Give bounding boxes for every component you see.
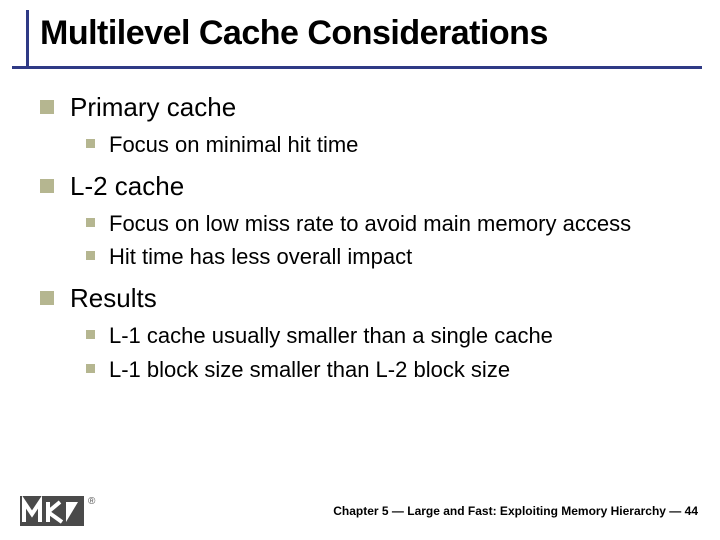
footer-text: Chapter 5 — Large and Fast: Exploiting M… (333, 504, 698, 518)
sub-bullet-text: Focus on minimal hit time (109, 131, 358, 159)
square-bullet-icon (40, 291, 54, 305)
square-bullet-icon (86, 364, 95, 373)
square-bullet-icon (86, 251, 95, 260)
bullet-list: Primary cache Focus on minimal hit time … (40, 92, 690, 383)
square-bullet-icon (40, 100, 54, 114)
sub-bullet-text: Focus on low miss rate to avoid main mem… (109, 210, 631, 238)
mk-logo-icon (20, 496, 84, 526)
list-item: L-1 block size smaller than L-2 block si… (86, 356, 690, 384)
list-item: Hit time has less overall impact (86, 243, 690, 271)
list-item: Results L-1 cache usually smaller than a… (40, 283, 690, 383)
title-rule-vertical (26, 10, 29, 66)
title-rule-horizontal (12, 66, 702, 69)
list-item: Focus on low miss rate to avoid main mem… (86, 210, 690, 238)
content-area: Primary cache Focus on minimal hit time … (40, 92, 690, 395)
list-item: Focus on minimal hit time (86, 131, 690, 159)
square-bullet-icon (40, 179, 54, 193)
square-bullet-icon (86, 218, 95, 227)
bullet-label: Primary cache (70, 92, 236, 123)
publisher-logo: ® (20, 496, 95, 526)
registered-icon: ® (88, 496, 95, 507)
slide-title: Multilevel Cache Considerations (40, 14, 548, 53)
list-item: Primary cache Focus on minimal hit time (40, 92, 690, 159)
slide: Multilevel Cache Considerations Primary … (0, 0, 720, 540)
square-bullet-icon (86, 330, 95, 339)
list-item: L-2 cache Focus on low miss rate to avoi… (40, 171, 690, 271)
bullet-label: Results (70, 283, 157, 314)
sub-bullet-text: Hit time has less overall impact (109, 243, 412, 271)
list-item: L-1 cache usually smaller than a single … (86, 322, 690, 350)
sub-bullet-text: L-1 block size smaller than L-2 block si… (109, 356, 510, 384)
square-bullet-icon (86, 139, 95, 148)
bullet-label: L-2 cache (70, 171, 184, 202)
sub-bullet-text: L-1 cache usually smaller than a single … (109, 322, 553, 350)
